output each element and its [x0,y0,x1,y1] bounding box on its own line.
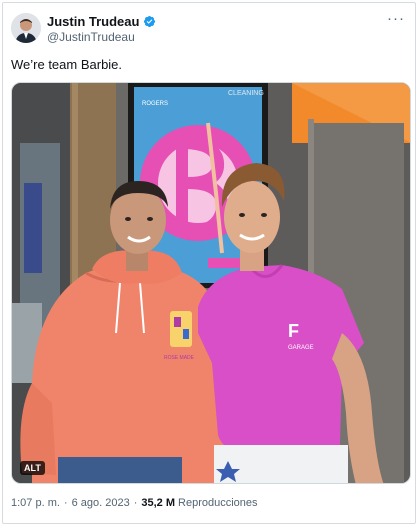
author-avatar[interactable] [11,13,41,43]
verified-badge-icon [144,15,156,28]
author-name-row: Justin Trudeau [47,14,156,29]
meta-separator-2: · [133,497,138,509]
views-count: 35,2 M [141,497,176,509]
poster-sign-text: CLEANING [228,90,264,97]
meta-separator: · [63,497,68,509]
photo-illustration: CLEANING ROGERS ROSE MADE F GARAGE [12,83,410,483]
author-handle[interactable]: @JustinTrudeau [47,30,135,44]
tweet-date[interactable]: 6 ago. 2023 [72,497,130,509]
sweatshirt-print-text: ROSE MADE [164,355,195,361]
shirt-print-text: GARAGE [288,345,314,351]
more-options-icon[interactable]: ··· [387,11,405,26]
author-name[interactable]: Justin Trudeau [47,14,139,29]
svg-text:F: F [288,321,299,341]
views-label: Reproducciones [178,497,258,509]
tweet-photo[interactable]: CLEANING ROGERS ROSE MADE F GARAGE ALT [11,82,411,484]
poster-brand-text: ROGERS [142,101,168,107]
tweet-text: We’re team Barbie. [11,57,123,72]
tweet-time[interactable]: 1:07 p. m. [11,497,60,509]
avatar-image [11,13,41,43]
tweet-meta: 1:07 p. m. · 6 ago. 2023 · 35,2 M Reprod… [11,497,258,509]
alt-text-badge[interactable]: ALT [20,461,45,475]
tweet-card: Justin Trudeau @JustinTrudeau ··· We’re … [2,2,416,524]
